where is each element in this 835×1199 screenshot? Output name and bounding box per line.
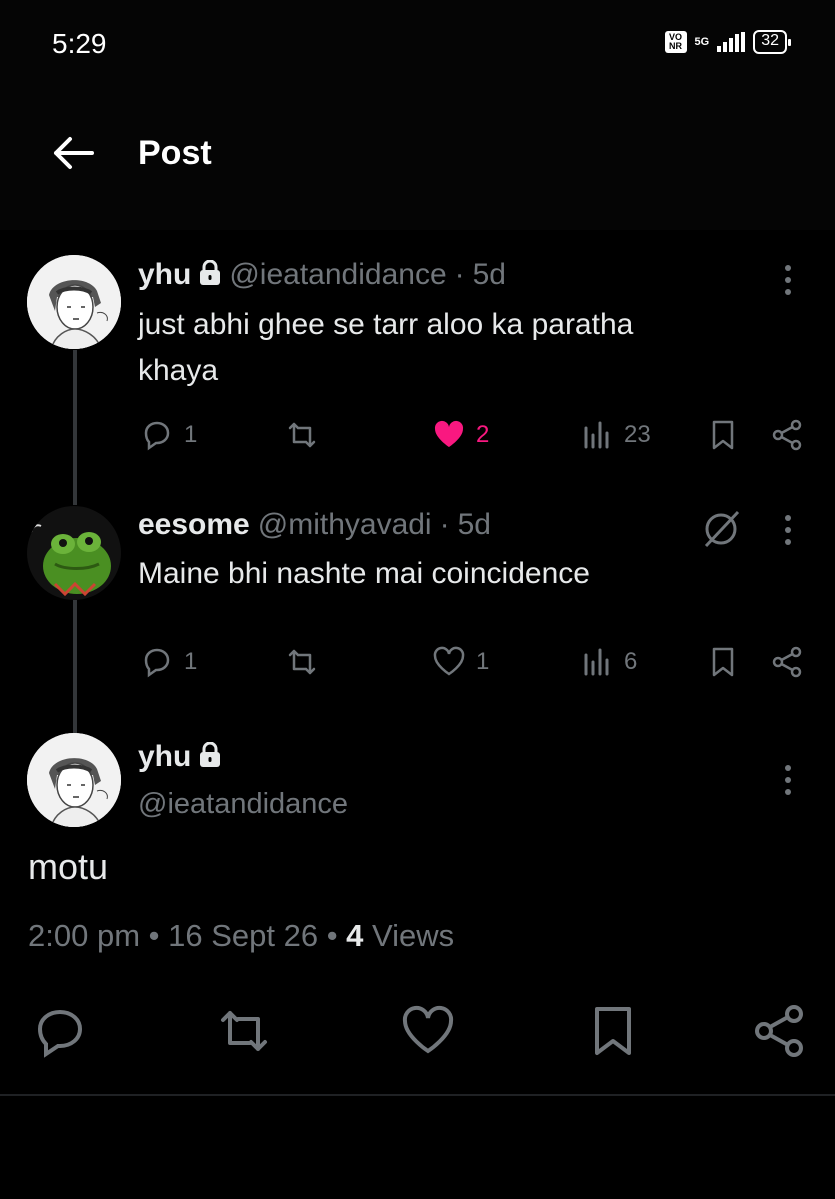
post-header: yhu @ieatandidance · 5d xyxy=(138,258,506,292)
volte-icon: VO NR xyxy=(664,31,687,53)
like-count: 1 xyxy=(476,648,490,675)
avatar[interactable] xyxy=(27,506,121,600)
views-count: 4 xyxy=(346,918,364,953)
display-name[interactable]: eesome xyxy=(138,508,250,542)
handle[interactable]: @ieatandidance xyxy=(229,258,446,292)
share-button[interactable] xyxy=(770,645,804,679)
reply-button[interactable]: 1 xyxy=(140,645,197,679)
display-name[interactable]: yhu xyxy=(138,258,191,292)
post-text: motu xyxy=(28,846,109,887)
views-button[interactable]: 6 xyxy=(580,645,637,679)
post-header: eesome @mithyavadi · 5d xyxy=(138,508,491,542)
separator-dot: • xyxy=(326,918,347,953)
like-button[interactable]: 1 xyxy=(432,645,489,679)
status-icons: VO NR 5G 32 xyxy=(664,30,791,54)
post-text-line: just abhi ghee se tarr aloo ka paratha xyxy=(138,308,634,341)
repost-button[interactable] xyxy=(285,418,319,452)
like-button[interactable]: 2 xyxy=(432,418,489,452)
reply-count: 1 xyxy=(184,421,198,448)
separator-dot: • xyxy=(148,918,169,953)
post-date: 16 Sept 26 xyxy=(168,918,319,953)
network-type: 5G xyxy=(694,35,710,48)
back-arrow-icon[interactable] xyxy=(50,133,96,173)
post-time: 2:00 pm xyxy=(28,918,141,953)
post-text-line: khaya xyxy=(138,354,219,387)
reply-button[interactable]: 1 xyxy=(140,418,197,452)
reply-button[interactable] xyxy=(32,1003,88,1059)
post-header: yhu xyxy=(138,740,221,774)
more-icon[interactable] xyxy=(778,762,798,798)
post-age: 5d xyxy=(472,258,506,291)
view-count: 6 xyxy=(624,648,638,675)
like-button[interactable] xyxy=(400,1003,456,1059)
battery-icon: 32 xyxy=(753,30,791,54)
bookmark-button[interactable] xyxy=(706,645,740,679)
like-count: 2 xyxy=(476,421,490,448)
battery-level: 32 xyxy=(761,32,779,49)
signal-icon xyxy=(717,32,746,52)
bookmark-button[interactable] xyxy=(706,418,740,452)
handle[interactable]: @ieatandidance xyxy=(138,788,348,821)
grok-icon[interactable] xyxy=(700,508,742,550)
reply-count: 1 xyxy=(184,648,198,675)
bookmark-button[interactable] xyxy=(585,1003,641,1059)
lock-icon xyxy=(199,259,221,291)
divider xyxy=(0,1094,835,1096)
post-meta: 2:00 pm • 16 Sept 26 • 4 Views xyxy=(28,918,454,954)
more-icon[interactable] xyxy=(778,262,798,298)
view-count: 23 xyxy=(624,421,651,448)
share-button[interactable] xyxy=(752,1003,808,1059)
separator-dot: · xyxy=(454,258,465,291)
page-title: Post xyxy=(138,134,212,172)
more-icon[interactable] xyxy=(778,512,798,548)
views-label: Views xyxy=(372,918,455,953)
repost-button[interactable] xyxy=(216,1003,272,1059)
display-name[interactable]: yhu xyxy=(138,740,191,774)
thread-line xyxy=(73,600,77,735)
status-time: 5:29 xyxy=(52,28,107,59)
share-button[interactable] xyxy=(770,418,804,452)
thread-line xyxy=(73,350,77,505)
lock-icon xyxy=(199,741,221,773)
handle[interactable]: @mithyavadi xyxy=(258,508,432,542)
avatar[interactable] xyxy=(27,255,121,349)
post-age: 5d xyxy=(457,508,491,541)
views-button[interactable]: 23 xyxy=(580,418,651,452)
post-text: Maine bhi nashte mai coincidence xyxy=(138,557,590,590)
post-text: just abhi ghee se tarr aloo ka paratha k… xyxy=(138,302,633,394)
avatar[interactable] xyxy=(27,733,121,827)
repost-button[interactable] xyxy=(285,645,319,679)
separator-dot: · xyxy=(439,508,450,541)
